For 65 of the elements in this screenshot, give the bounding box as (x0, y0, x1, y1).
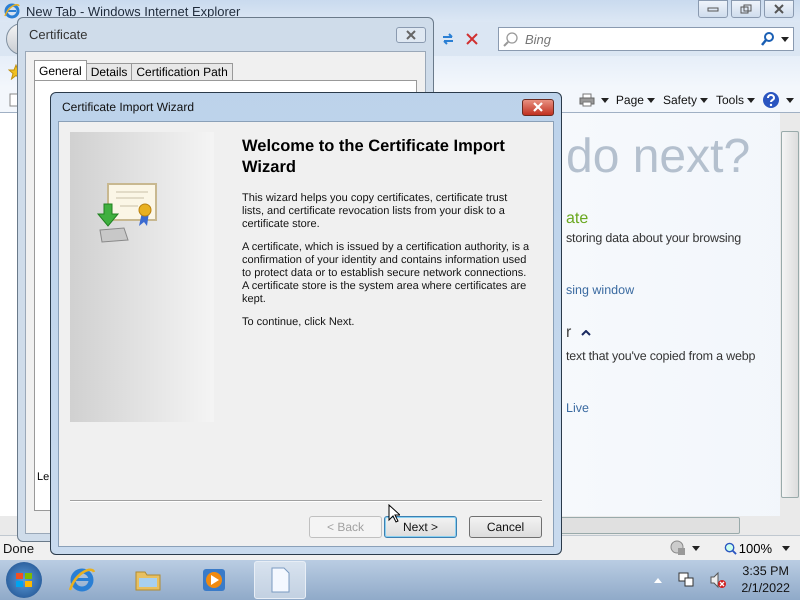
media-player-icon (200, 566, 228, 594)
start-button[interactable] (6, 562, 42, 598)
tab[interactable]: General (34, 60, 87, 80)
close-button[interactable] (522, 98, 554, 116)
stop-icon[interactable] (464, 31, 480, 47)
vertical-scrollbar[interactable] (780, 113, 800, 516)
dropdown-caret-icon[interactable] (781, 37, 789, 42)
window-title: New Tab - Windows Internet Explorer (26, 4, 242, 18)
wizard-paragraph: A certificate, which is issued by a certification authority, is a confirmation of your identity and contains information used to protect data or to establish secure network connections. A certificate store is the system area where certificates are kept. (242, 241, 530, 306)
tab[interactable]: Details (86, 63, 132, 80)
network-icon[interactable] (677, 571, 696, 589)
wizard-button[interactable]: Next > (384, 516, 457, 538)
help-icon[interactable] (762, 91, 780, 109)
search-field[interactable]: Bing (498, 27, 794, 51)
zoom-icon (724, 542, 737, 554)
taskbar-button[interactable] (254, 561, 306, 599)
browser-logo-icon (68, 566, 96, 594)
dropdown-caret-icon (747, 98, 755, 102)
search-icon[interactable] (760, 31, 776, 47)
body-text: storing data about your browsing (566, 230, 742, 247)
dropdown-caret-icon[interactable] (786, 98, 794, 102)
minimize-icon (707, 5, 719, 13)
restore-button[interactable] (731, 0, 761, 18)
wizard-paragraph: This wizard helps you copy certificates, certificate trust lists, and certificate revocation lists from your disk to a certificate store. (242, 192, 508, 231)
browser-logo-icon (4, 3, 20, 19)
wizard-paragraph: To continue, click Next. (242, 316, 356, 329)
clock[interactable]: 3:35 PM 2/1/2022 (741, 563, 790, 597)
zoom-button[interactable]: 100% (720, 540, 776, 556)
collapse-caret-icon[interactable] (581, 330, 592, 336)
dialog-title: Certificate (29, 27, 88, 42)
page-link[interactable]: Live (566, 399, 780, 417)
printer-icon[interactable] (578, 92, 595, 108)
close-icon (405, 30, 417, 40)
wizard-heading: Welcome to the Certificate Import Wizard (242, 136, 506, 178)
page-link[interactable]: sing window (566, 281, 780, 299)
page-headline: do next? (566, 131, 752, 183)
section-heading: r (566, 323, 572, 343)
refresh-icon[interactable] (440, 31, 456, 47)
panel-text: Le (37, 471, 50, 483)
dropdown-caret-icon (700, 98, 708, 102)
security-globe-icon[interactable] (670, 540, 686, 556)
speaker-muted-icon[interactable] (709, 571, 728, 589)
close-button[interactable] (396, 26, 426, 42)
dropdown-caret-icon[interactable] (782, 546, 790, 550)
dropdown-caret-icon[interactable] (600, 98, 609, 102)
restore-icon (740, 4, 752, 14)
search-icon (503, 31, 519, 47)
command-menu[interactable]: Safety (662, 93, 709, 107)
status-text: Done (3, 540, 34, 556)
dropdown-caret-icon (646, 98, 655, 102)
certificate-import-icon (94, 182, 160, 244)
command-menu[interactable]: Tools (714, 93, 756, 107)
dropdown-caret-icon[interactable] (692, 546, 700, 550)
tab[interactable]: Certification Path (131, 63, 233, 80)
section-heading: ate (566, 209, 590, 229)
close-icon (773, 4, 785, 14)
wizard-button[interactable]: Cancel (469, 516, 542, 538)
command-menu[interactable]: Page (614, 93, 656, 107)
minimize-button[interactable] (698, 0, 728, 18)
mouse-pointer-icon (388, 504, 400, 523)
close-button[interactable] (764, 0, 794, 18)
close-icon (532, 102, 544, 112)
dialog-title: Certificate Import Wizard (62, 100, 194, 114)
windows-logo-icon (14, 570, 34, 590)
body-text: text that you've copied from a webp (566, 348, 756, 365)
